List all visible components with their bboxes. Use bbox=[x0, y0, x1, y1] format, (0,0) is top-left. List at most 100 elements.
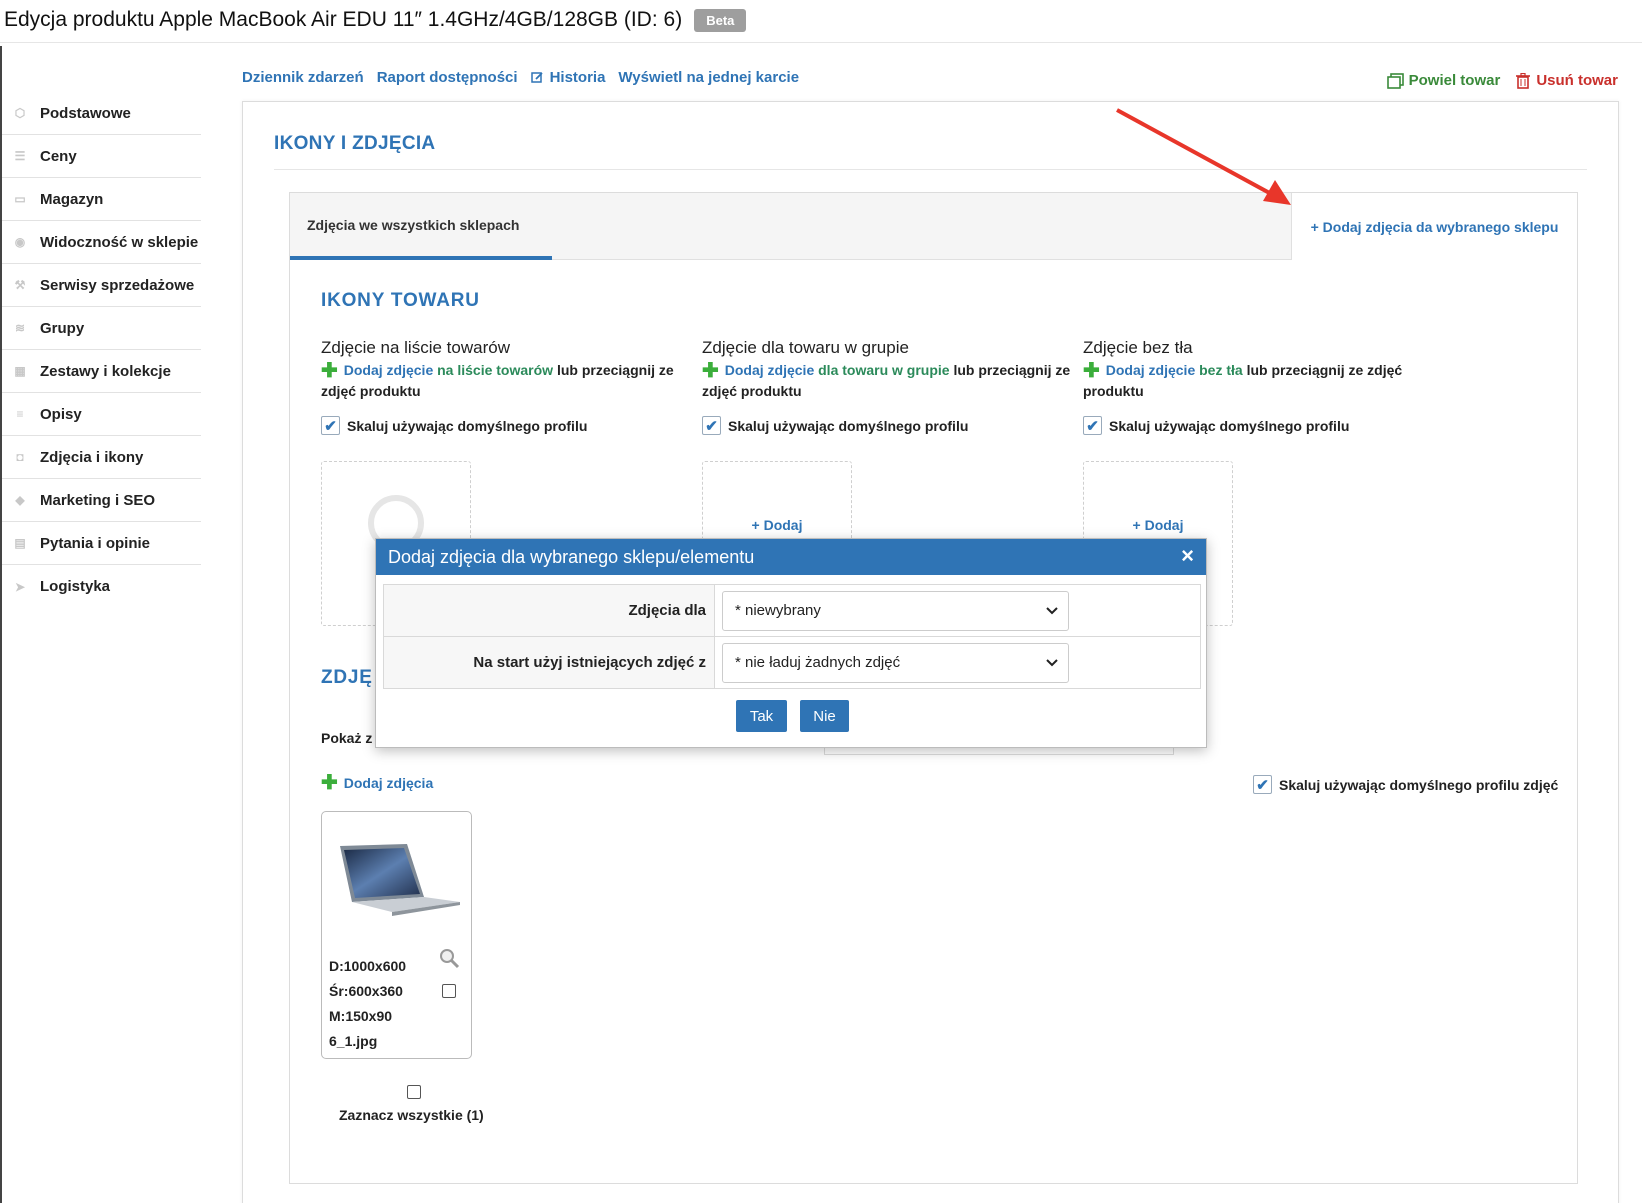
sidebar-item-label: Serwisy sprzedażowe bbox=[40, 276, 195, 294]
availability-report-link[interactable]: Raport dostępności bbox=[377, 69, 518, 86]
plus-icon[interactable]: ✚ bbox=[1083, 361, 1100, 381]
text-icon: ≡ bbox=[16, 407, 24, 421]
sidebar-item-magazyn[interactable]: ▭ Magazyn bbox=[2, 178, 201, 221]
sidebar-item-label: Logistyka bbox=[40, 578, 111, 595]
cancel-button[interactable]: Nie bbox=[800, 700, 849, 732]
photo-size-medium: Śr:600x360 bbox=[329, 983, 403, 999]
chevron-down-icon bbox=[1046, 606, 1058, 614]
trash-icon bbox=[1516, 72, 1531, 89]
beta-badge: Beta bbox=[694, 8, 747, 32]
comments-icon: ▤ bbox=[14, 536, 26, 550]
column-description: ✚ Dodaj zdjęcie bez tła lub przeciągnij z… bbox=[1083, 360, 1453, 402]
top-links: Dziennik zdarzeń Raport dostępności Hist… bbox=[242, 69, 799, 86]
product-actions: Powiel towar Usuń towar bbox=[1386, 72, 1618, 89]
plus-icon[interactable]: ✚ bbox=[702, 361, 719, 381]
cube-icon: ⬡ bbox=[14, 106, 26, 120]
history-link[interactable]: Historia bbox=[530, 69, 605, 86]
sidebar-item-widocznosc[interactable]: ◉ Widoczność w sklepie bbox=[2, 221, 201, 264]
add-photo-link[interactable]: Dodaj zdjęcie bbox=[1106, 362, 1195, 378]
icon-column-group: Zdjęcie dla towaru w grupie ✚ Dodaj zdjęc… bbox=[702, 338, 1072, 435]
confirm-button[interactable]: Tak bbox=[736, 700, 787, 732]
page-title: Edycja produktu Apple MacBook Air EDU 11… bbox=[4, 8, 747, 32]
eye-icon: ◉ bbox=[14, 235, 26, 249]
scale-checkbox[interactable]: ✔ bbox=[702, 416, 721, 435]
tag-icon: ◆ bbox=[15, 493, 25, 507]
chevron-down-icon bbox=[1046, 658, 1058, 666]
journal-link[interactable]: Dziennik zdarzeń bbox=[242, 69, 364, 86]
photos-section-title: ZDJĘ bbox=[321, 667, 373, 688]
scale-checkbox[interactable]: ✔ bbox=[321, 416, 340, 435]
modal-form: Zdjęcia dla * niewybrany Na start użyj i… bbox=[383, 584, 1201, 689]
sidebar-item-marketing[interactable]: ◆ Marketing i SEO bbox=[2, 479, 201, 522]
column-target: bez tła bbox=[1199, 362, 1243, 378]
show-photos-label: Pokaż z bbox=[321, 730, 373, 746]
sidebar-item-label: Zestawy i kolekcje bbox=[40, 362, 171, 380]
plus-icon[interactable]: ✚ bbox=[321, 361, 338, 381]
scale-checkbox-label: Skaluj używając domyślnego profilu bbox=[1109, 417, 1350, 434]
sidebar-item-label: Magazyn bbox=[40, 190, 104, 208]
sidebar-item-label: Grupy bbox=[40, 319, 85, 337]
section-title: IKONY I ZDJĘCIA bbox=[274, 133, 436, 154]
title-divider bbox=[0, 42, 1642, 43]
tab-all-shops[interactable]: Zdjęcia we wszystkich sklepach bbox=[290, 193, 552, 260]
photo-select-checkbox[interactable] bbox=[442, 984, 456, 998]
duplicate-product-button[interactable]: Powiel towar bbox=[1386, 72, 1500, 89]
scale-checkbox-label: Skaluj używając domyślnego profilu bbox=[728, 417, 969, 434]
sidebar-item-podstawowe[interactable]: ⬡ Podstawowe bbox=[2, 92, 201, 135]
sidebar-item-grupy[interactable]: ≋ Grupy bbox=[2, 307, 201, 350]
sidebar-item-label: Widoczność w sklepie bbox=[40, 233, 199, 251]
photo-size-small: M:150x90 bbox=[329, 1008, 393, 1024]
start-from-label: Na start użyj istniejących zdjęć z bbox=[383, 636, 715, 689]
scale-checkbox[interactable]: ✔ bbox=[1083, 416, 1102, 435]
sidebar-item-label: Marketing i SEO bbox=[40, 491, 156, 509]
photo-size-large: D:1000x600 bbox=[329, 958, 407, 974]
delete-product-button[interactable]: Usuń towar bbox=[1516, 72, 1618, 89]
add-photos-label: Dodaj zdjęcia bbox=[343, 775, 434, 791]
box-icon: ▭ bbox=[14, 192, 26, 206]
photos-for-select[interactable]: * niewybrany bbox=[722, 590, 1069, 631]
add-photo-link[interactable]: Dodaj zdjęcie bbox=[344, 362, 433, 378]
close-icon[interactable]: × bbox=[1181, 545, 1194, 567]
column-title: Zdjęcie dla towaru w grupie bbox=[702, 338, 909, 357]
start-from-select[interactable]: * nie ładuj żadnych zdjęć bbox=[722, 642, 1069, 683]
photo-meta: D:1000x600 Śr:600x360 M:150x90 6_1.jpg bbox=[329, 954, 406, 1054]
modal-title: Dodaj zdjęcia dla wybranego sklepu/eleme… bbox=[388, 546, 755, 567]
scale-checkbox-row: ✔ Skaluj używając domyślnego profilu bbox=[702, 416, 1072, 435]
sidebar-item-label: Ceny bbox=[40, 147, 77, 165]
select-all-checkbox[interactable] bbox=[407, 1085, 421, 1099]
scale-photos-checkbox-row: ✔ Skaluj używając domyślnego profilu zdj… bbox=[1253, 775, 1558, 794]
dropzone-add-link[interactable]: + Dodaj bbox=[703, 517, 851, 533]
photo-card[interactable]: D:1000x600 Śr:600x360 M:150x90 6_1.jpg bbox=[321, 811, 472, 1059]
scale-checkbox-row: ✔ Skaluj używając domyślnego profilu bbox=[321, 416, 691, 435]
dropzone-add-link[interactable]: + Dodaj bbox=[1084, 517, 1232, 533]
sidebar-item-label: Zdjęcia i ikony bbox=[40, 448, 144, 466]
zoom-icon[interactable] bbox=[438, 947, 460, 969]
gavel-icon: ⚒ bbox=[14, 278, 26, 292]
sidebar-item-logistyka[interactable]: ➤ Logistyka bbox=[2, 565, 201, 608]
scale-photos-checkbox[interactable]: ✔ bbox=[1253, 775, 1272, 794]
sidebar-item-pytania[interactable]: ▤ Pytania i opinie bbox=[2, 522, 201, 565]
add-shop-photos-modal: Dodaj zdjęcia dla wybranego sklepu/eleme… bbox=[375, 538, 1207, 748]
scale-checkbox-label: Skaluj używając domyślnego profilu bbox=[347, 417, 588, 434]
sidebar-item-ceny[interactable]: ☰ Ceny bbox=[2, 135, 201, 178]
sidebar-item-serwisy[interactable]: ⚒ Serwisy sprzedażowe bbox=[2, 264, 201, 307]
photos-for-cell: * niewybrany bbox=[714, 584, 1201, 637]
modal-header: Dodaj zdjęcia dla wybranego sklepu/eleme… bbox=[376, 539, 1206, 575]
scale-checkbox-row: ✔ Skaluj używając domyślnego profilu bbox=[1083, 416, 1453, 435]
camera-icon: ◘ bbox=[16, 450, 24, 464]
select-all-label: Zaznacz wszystkie (1) bbox=[339, 1107, 484, 1123]
sidebar-item-opisy[interactable]: ≡ Opisy bbox=[2, 393, 201, 436]
single-card-link[interactable]: Wyświetl na jednej karcie bbox=[618, 69, 799, 86]
page-title-text: Edycja produktu Apple MacBook Air EDU 11… bbox=[4, 8, 683, 31]
sidebar-item-zdjecia[interactable]: ◘ Zdjęcia i ikony bbox=[2, 436, 201, 479]
photos-for-label: Zdjęcia dla bbox=[383, 584, 715, 637]
icon-column-no-background: Zdjęcie bez tła ✚ Dodaj zdjęcie bez tła l… bbox=[1083, 338, 1453, 435]
column-target: na liście towarów bbox=[437, 362, 554, 378]
add-photos-button[interactable]: ✚ Dodaj zdjęcia bbox=[321, 773, 434, 793]
sidebar-item-zestawy[interactable]: ▦ Zestawy i kolekcje bbox=[2, 350, 201, 393]
tab-add-shop-photos[interactable]: + Dodaj zdjęcia da wybranego sklepu bbox=[1291, 193, 1577, 260]
start-from-cell: * nie ładuj żadnych zdjęć bbox=[714, 636, 1201, 689]
photos-for-value: * niewybrany bbox=[735, 602, 821, 619]
add-photo-link[interactable]: Dodaj zdjęcie bbox=[725, 362, 814, 378]
sidebar-item-label: Pytania i opinie bbox=[40, 534, 151, 552]
